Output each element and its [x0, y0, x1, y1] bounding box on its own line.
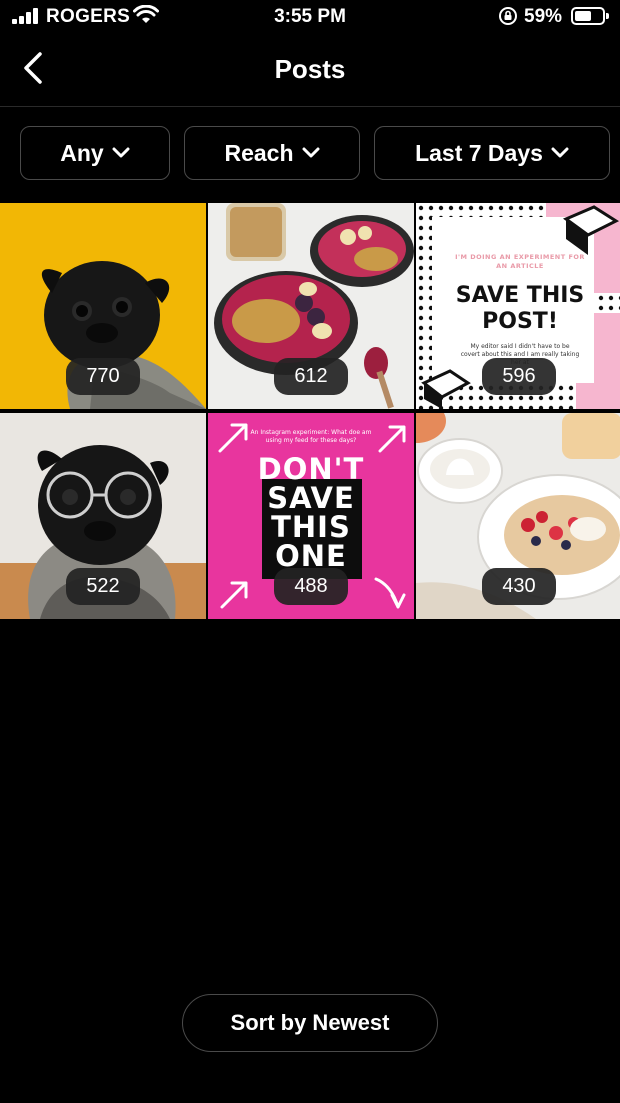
chevron-down-icon: [551, 147, 569, 158]
post-headline-line: SAVE THIS: [455, 283, 585, 308]
post-headline-line: THIS: [271, 510, 351, 544]
post-metric-badge: 770: [66, 358, 140, 395]
post-metric-badge: 488: [274, 568, 348, 605]
post-tile[interactable]: 770: [0, 203, 206, 409]
filter-metric[interactable]: Reach: [184, 126, 360, 180]
filter-date-range[interactable]: Last 7 Days: [374, 126, 610, 180]
battery-percent: 59%: [524, 6, 563, 27]
post-tile[interactable]: An Instagram experiment: What doe am usi…: [208, 413, 414, 619]
filter-label: Reach: [224, 139, 294, 166]
battery-icon: [571, 7, 609, 25]
post-tile[interactable]: 430: [416, 413, 620, 619]
chevron-down-icon: [302, 147, 320, 158]
filter-label: Last 7 Days: [415, 139, 543, 166]
page-title: Posts: [274, 54, 346, 84]
post-tile[interactable]: I'M DOING AN EXPERIMENT FOR AN ARTICLE S…: [416, 203, 620, 409]
post-small-caption: An Instagram experiment: What doe am usi…: [250, 429, 372, 444]
chevron-down-icon: [112, 147, 130, 158]
posts-grid: 770 612 I'M DOING AN EXPERIMENT FOR AN A…: [0, 203, 620, 619]
filter-bar: Any Reach Last 7 Days: [0, 126, 620, 182]
post-headline-line: POST!: [482, 309, 558, 334]
sort-button[interactable]: Sort by Newest: [182, 994, 438, 1052]
post-metric-badge: 430: [482, 568, 556, 605]
post-small-caption: I'M DOING AN EXPERIMENT FOR AN ARTICLE: [455, 253, 585, 270]
post-headline-line: DON'T: [257, 452, 365, 486]
post-headline: SAVE THIS POST!: [438, 283, 602, 335]
post-metric-badge: 522: [66, 568, 140, 605]
post-tile[interactable]: 612: [208, 203, 414, 409]
post-headline-line: SAVE: [267, 481, 355, 515]
post-headline: DON'T SAVE THIS ONE: [228, 455, 394, 571]
post-headline-line: ONE: [275, 539, 347, 573]
post-metric-badge: 612: [274, 358, 348, 395]
status-bar: ROGERS 3:55 PM 59%: [0, 0, 620, 36]
rotation-lock-icon: [499, 7, 517, 25]
nav-header: Posts: [0, 36, 620, 107]
post-tile[interactable]: 522: [0, 413, 206, 619]
filter-media-type[interactable]: Any: [20, 126, 170, 180]
filter-label: Any: [60, 139, 104, 166]
post-metric-badge: 596: [482, 358, 556, 395]
